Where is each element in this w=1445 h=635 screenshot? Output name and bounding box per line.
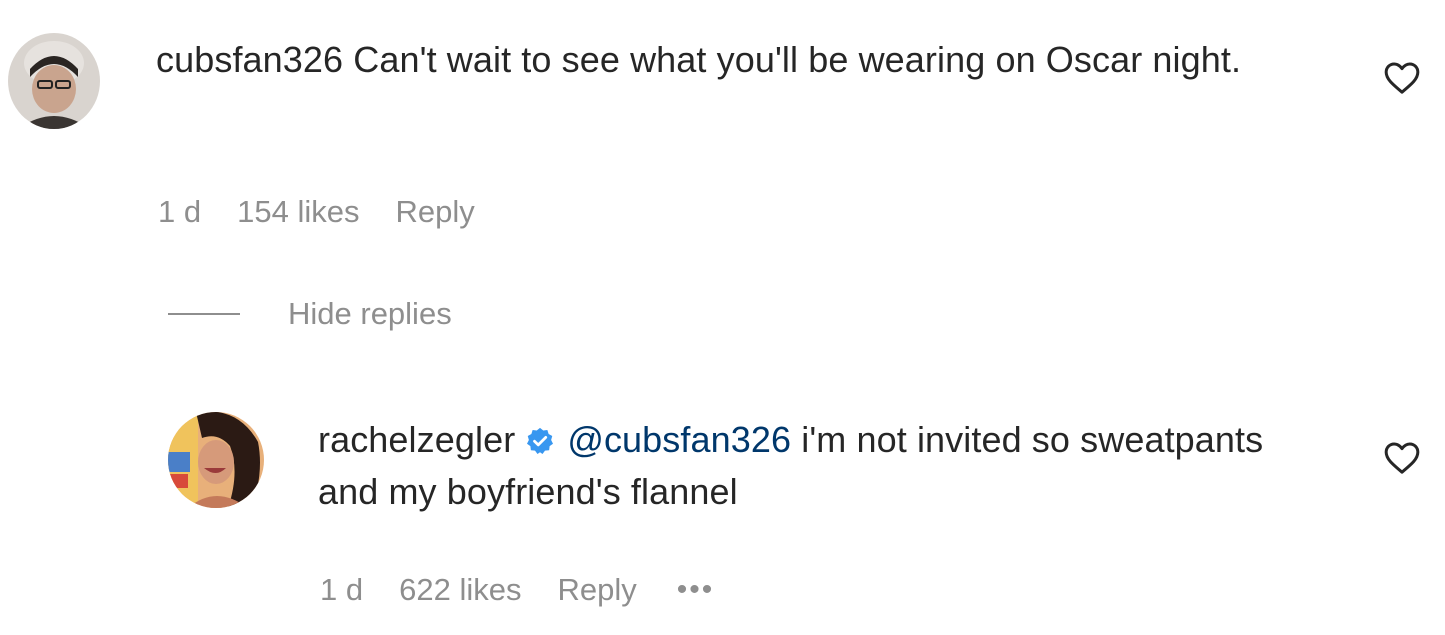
reply-mention-link[interactable]: @cubsfan326 [567,419,791,460]
reply-timestamp[interactable]: 1 d [320,572,363,608]
reply-body: rachelzegler @cubsfan326 i'm not invited… [318,414,1318,518]
reply-username[interactable]: rachelzegler [318,419,515,460]
comment-text: Can't wait to see what you'll be wearing… [353,39,1242,80]
heart-outline-icon[interactable] [1382,58,1422,98]
comment-likes-count[interactable]: 154 likes [237,194,359,230]
hide-replies-label: Hide replies [288,296,452,331]
comment-username[interactable]: cubsfan326 [156,39,343,80]
reply-likes-count[interactable]: 622 likes [399,572,521,608]
heart-outline-icon[interactable] [1382,438,1422,478]
comment-body: cubsfan326 Can't wait to see what you'll… [156,34,1336,86]
comment-meta: 1 d 154 likes Reply [158,194,511,230]
reply-meta: 1 d 622 likes Reply ••• [320,572,750,608]
comment-timestamp[interactable]: 1 d [158,194,201,230]
avatar[interactable] [8,33,100,129]
reply-button[interactable]: Reply [557,572,636,608]
hide-replies-button[interactable]: Hide replies [168,296,452,332]
more-horizontal-icon[interactable]: ••• [677,573,715,607]
comment-item: cubsfan326 Can't wait to see what you'll… [0,0,1445,260]
verified-badge-icon [527,427,554,454]
reply-item: rachelzegler @cubsfan326 i'm not invited… [0,400,1445,635]
reply-button[interactable]: Reply [395,194,474,230]
divider-line [168,313,240,315]
avatar[interactable] [168,412,264,508]
